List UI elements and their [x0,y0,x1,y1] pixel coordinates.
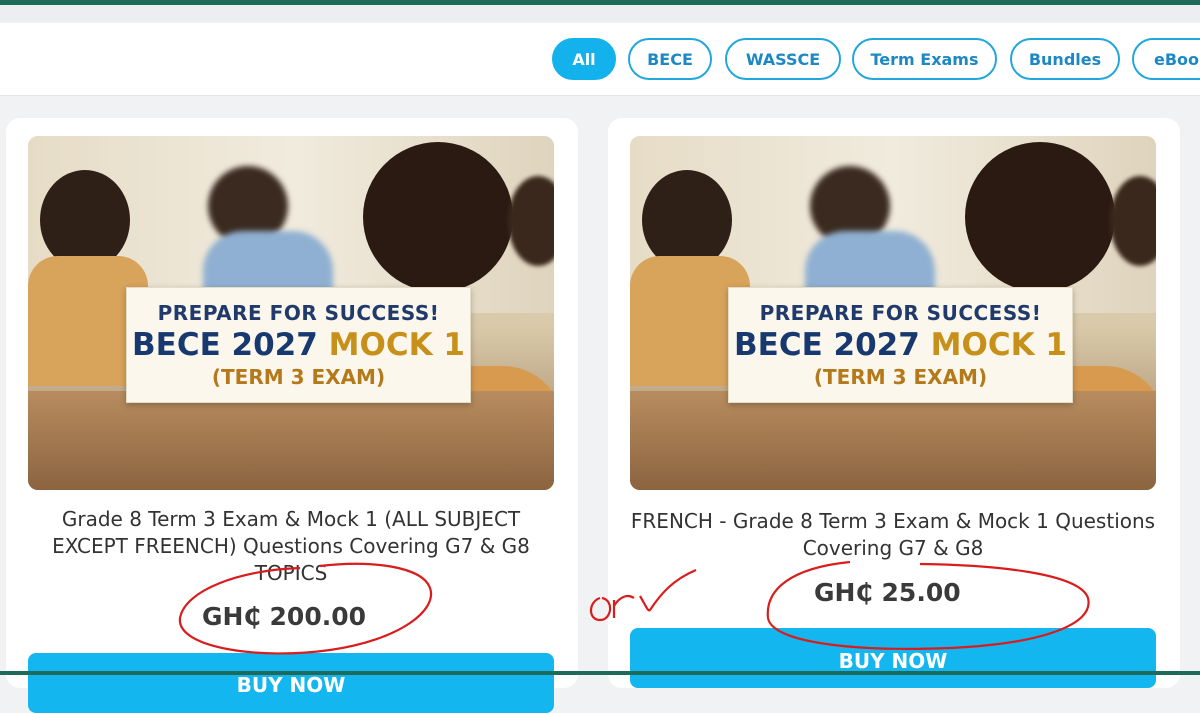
product-card[interactable]: PREPARE FOR SUCCESS! BECE 2027 MOCK 1 (T… [6,118,578,713]
banner-headline: PREPARE FOR SUCCESS! [759,301,1042,325]
filter-chip-ebooks[interactable]: eBooks [1132,38,1200,80]
product-title[interactable]: FRENCH - Grade 8 Term 3 Exam & Mock 1 Qu… [630,508,1156,562]
promo-banner: PREPARE FOR SUCCESS! BECE 2027 MOCK 1 (T… [126,287,471,403]
header-spacer [0,5,1200,23]
desk [630,390,1156,490]
filter-chip-bundles[interactable]: Bundles [1010,38,1120,80]
banner-term: (TERM 3 EXAM) [211,365,386,389]
student-head [965,142,1115,292]
filter-chip-all[interactable]: All [552,38,616,80]
bottom-accent-line [0,671,1200,675]
banner-exam-title: BECE 2027 MOCK 1 [734,327,1067,363]
banner-mock: MOCK 1 [328,327,465,363]
product-card[interactable]: PREPARE FOR SUCCESS! BECE 2027 MOCK 1 (T… [608,118,1180,688]
banner-bece: BECE 2027 [734,327,920,363]
banner-term: (TERM 3 EXAM) [813,365,988,389]
student-head [642,170,732,270]
filter-chip-term-exams[interactable]: Term Exams [852,38,997,80]
product-title[interactable]: Grade 8 Term 3 Exam & Mock 1 (ALL SUBJEC… [28,506,554,587]
category-filter-bar: All BECE WASSCE Term Exams Bundles eBook… [0,23,1200,96]
banner-exam-title: BECE 2027 MOCK 1 [132,327,465,363]
filter-chip-bece[interactable]: BECE [628,38,712,80]
banner-headline: PREPARE FOR SUCCESS! [157,301,440,325]
filter-chip-wassce[interactable]: WASSCE [725,38,841,80]
buy-now-button[interactable]: BUY NOW [28,653,554,713]
banner-mock: MOCK 1 [930,327,1067,363]
product-image[interactable]: PREPARE FOR SUCCESS! BECE 2027 MOCK 1 (T… [630,136,1156,490]
buy-now-button[interactable]: BUY NOW [630,628,1156,688]
banner-bece: BECE 2027 [132,327,318,363]
desk [28,390,554,490]
promo-banner: PREPARE FOR SUCCESS! BECE 2027 MOCK 1 (T… [728,287,1073,403]
product-image[interactable]: PREPARE FOR SUCCESS! BECE 2027 MOCK 1 (T… [28,136,554,490]
student-head [363,142,513,292]
student-head [40,170,130,270]
product-price: GH₵ 200.00 [202,602,367,631]
product-price: GH₵ 25.00 [814,578,961,607]
